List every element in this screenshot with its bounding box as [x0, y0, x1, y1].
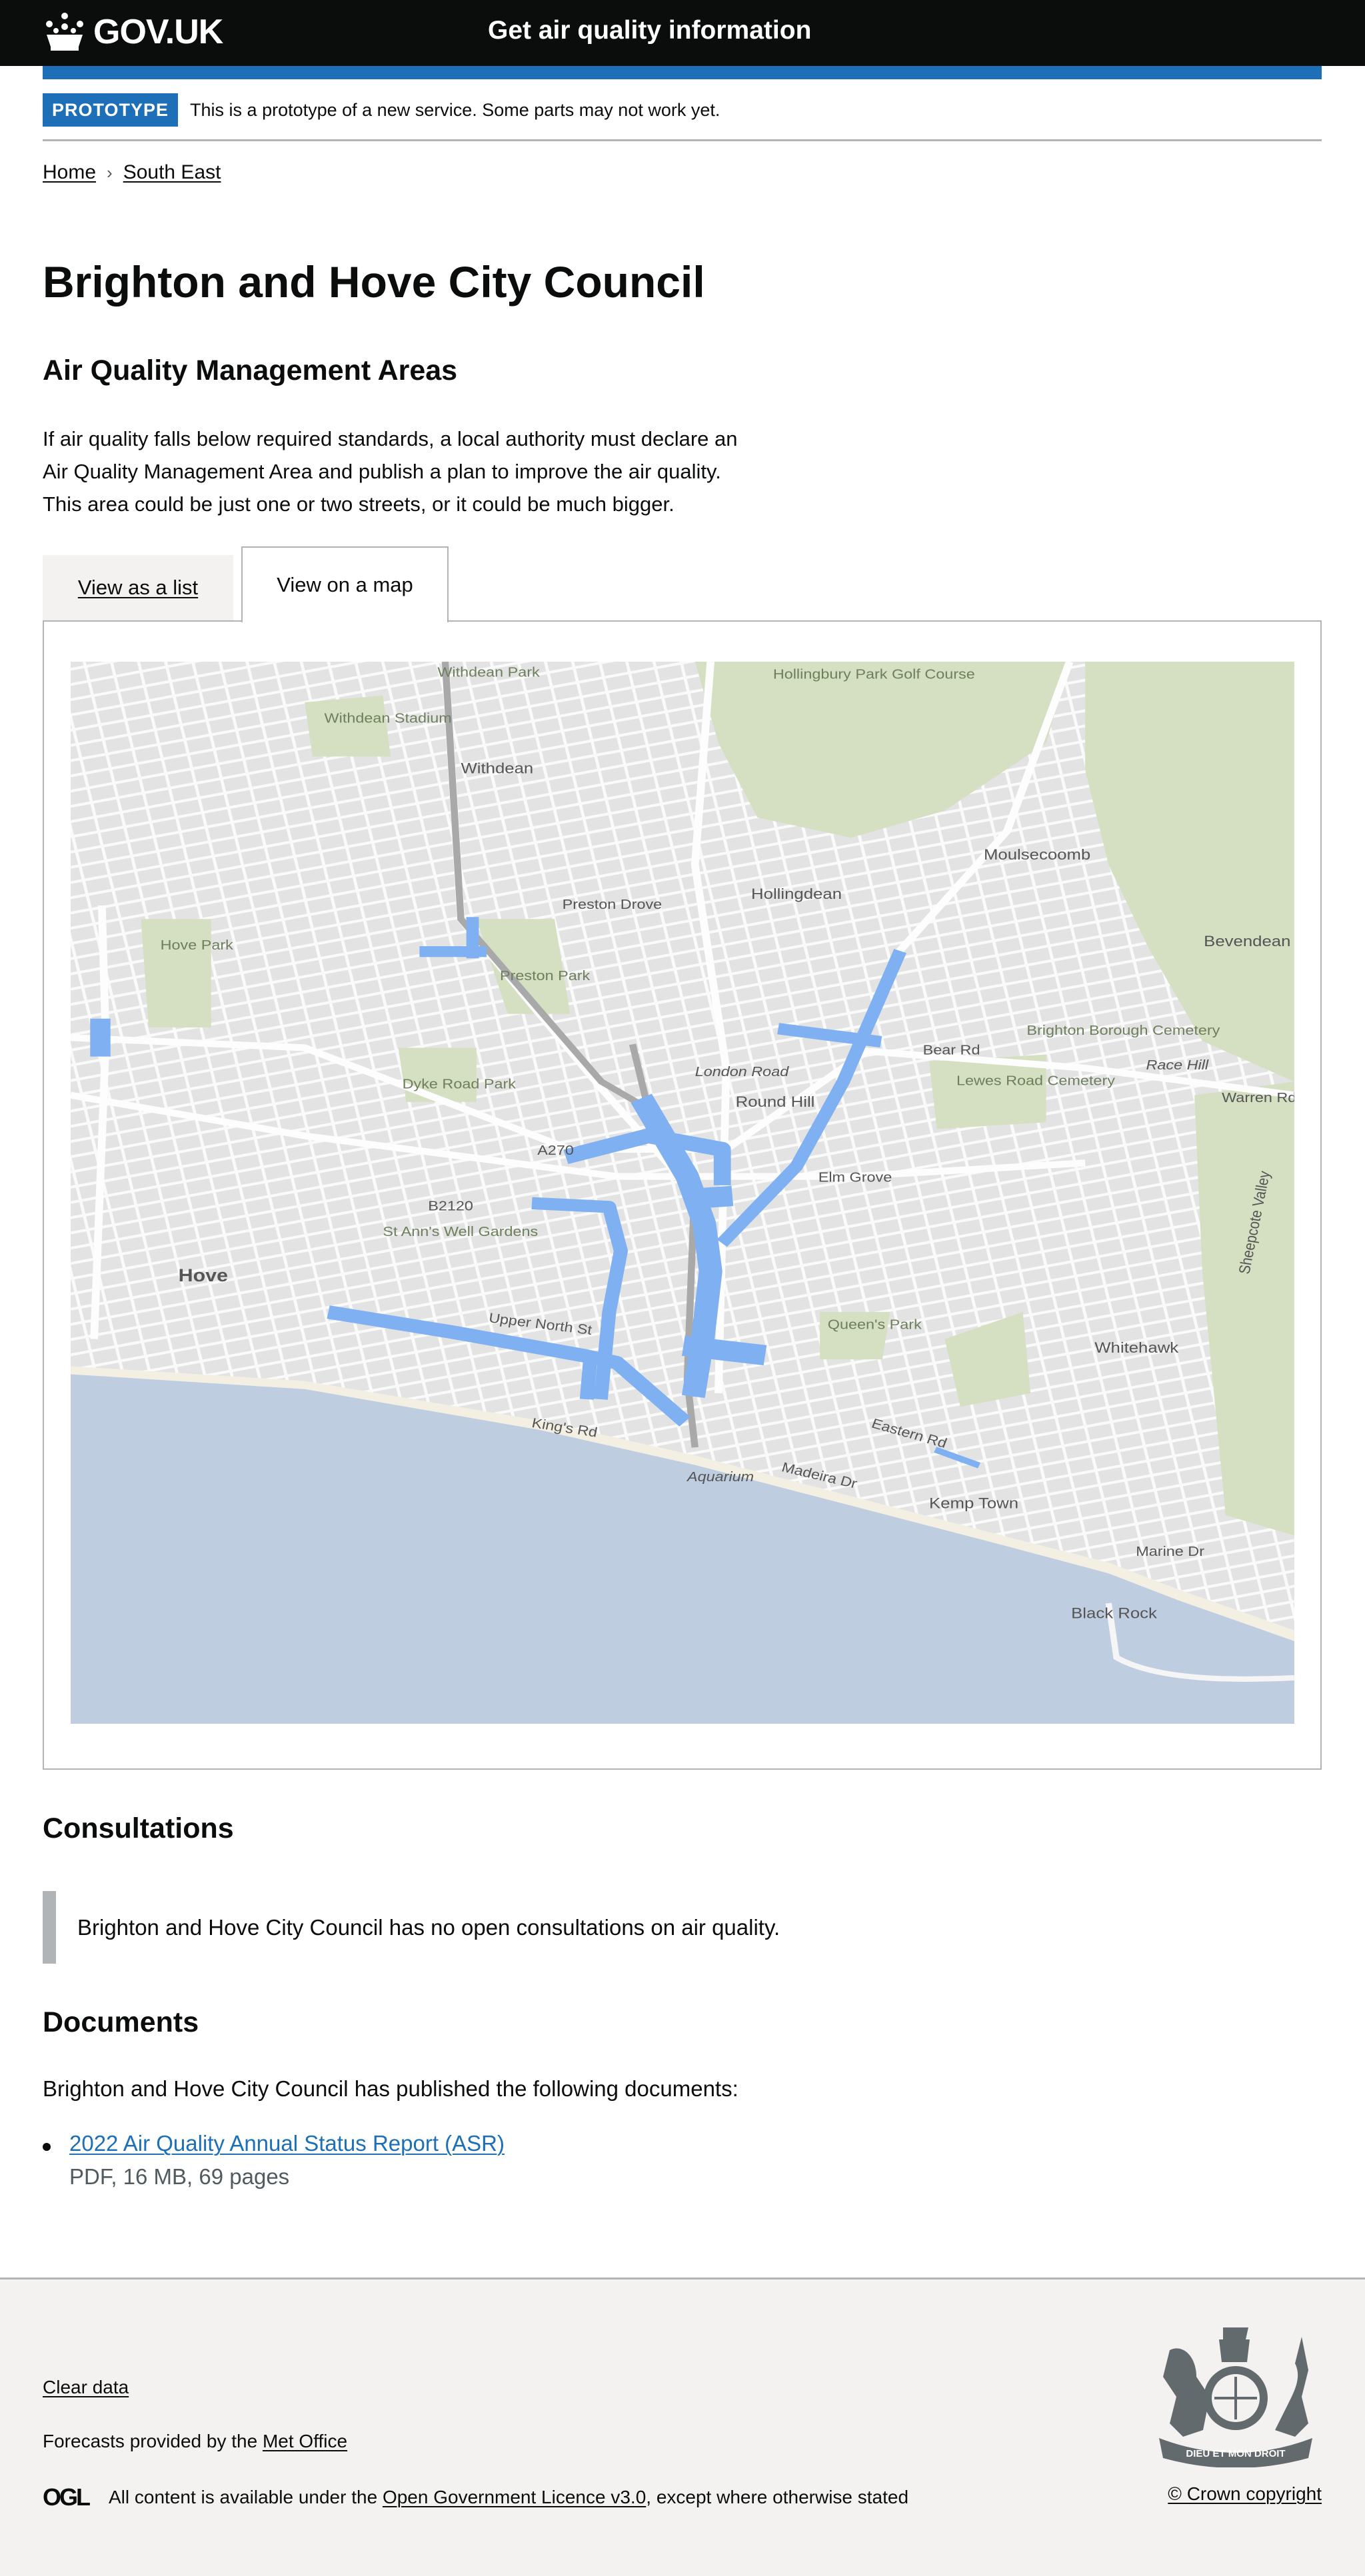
map-label: Whitehawk: [1094, 1339, 1179, 1356]
documents-heading: Documents: [43, 2006, 199, 2038]
phase-tag: PROTOTYPE: [43, 93, 179, 127]
map-label: Bear Rd: [923, 1042, 980, 1057]
crest-motto: DIEU ET MON DROIT: [1186, 2448, 1285, 2459]
service-name[interactable]: Get air quality information: [488, 16, 811, 45]
chevron-right-icon: ›: [107, 162, 113, 183]
aqma-line: Air Quality Management Area and publish …: [43, 460, 721, 483]
aqma-description: If air quality falls below required stan…: [43, 422, 737, 520]
map-label: Hollingdean: [751, 886, 842, 902]
licence-prefix: All content is available under the: [109, 2487, 378, 2507]
aqma-line: This area could be just one or two stree…: [43, 492, 675, 516]
map-label: Hollingbury Park Golf Course: [773, 666, 975, 682]
bullet: [43, 2143, 51, 2151]
map-label: Queen's Park: [828, 1317, 922, 1332]
map-label: Warren Rd: [1222, 1089, 1294, 1105]
map-label: Round Hill: [736, 1093, 815, 1110]
map-label: Lewes Road Cemetery: [956, 1073, 1115, 1088]
map-label: Marine Dr: [1136, 1543, 1204, 1559]
breadcrumb-south-east[interactable]: South East: [123, 161, 221, 184]
phase-banner-text: This is a prototype of a new service. So…: [190, 99, 720, 120]
divider: [43, 139, 1322, 141]
map-label: Bevendean: [1204, 933, 1290, 950]
breadcrumb: Home › South East: [43, 161, 221, 184]
aqma-map[interactable]: Withdean Park Withdean Stadium Hollingbu…: [71, 662, 1294, 1724]
licence-row: OGL All content is available under the O…: [43, 2483, 908, 2511]
met-office-link[interactable]: Met Office: [263, 2431, 347, 2451]
aqma-heading: Air Quality Management Areas: [43, 354, 458, 386]
map-label: Withdean: [461, 760, 533, 777]
consultations-heading: Consultations: [43, 1812, 234, 1844]
tab-view-on-map[interactable]: View on a map: [241, 546, 449, 622]
breadcrumb-home[interactable]: Home: [43, 161, 96, 184]
map-label: Black Rock: [1071, 1605, 1158, 1622]
map-label: Brighton Borough Cemetery: [1026, 1023, 1220, 1038]
royal-coat-of-arms-icon: DIEU ET MON DROIT: [1159, 2327, 1312, 2467]
map-label: Kemp Town: [929, 1495, 1018, 1512]
govuk-home-link[interactable]: GOV.UK: [43, 12, 223, 52]
header-accent-bar: [43, 66, 1322, 79]
document-link[interactable]: 2022 Air Quality Annual Status Report (A…: [69, 2131, 505, 2156]
map-label: St Ann's Well Gardens: [383, 1224, 538, 1239]
map-label: B2120: [428, 1198, 473, 1213]
govuk-logo-text: GOV.UK: [93, 13, 223, 51]
map-label: Dyke Road Park: [403, 1076, 516, 1091]
map-label: Hove Park: [161, 938, 233, 953]
ogl-logo: OGL: [43, 2483, 91, 2511]
site-header: GOV.UK Get air quality information: [0, 0, 1365, 66]
licence-suffix: , except where otherwise stated: [646, 2487, 909, 2507]
map-label: Withdean Park: [437, 664, 539, 680]
site-footer: Clear data Forecasts provided by the Met…: [0, 2277, 1365, 2576]
map-label: Aquarium: [686, 1469, 754, 1485]
map-label: Withdean Stadium: [325, 710, 452, 726]
ogl-licence-link[interactable]: Open Government Licence v3.0: [383, 2487, 646, 2508]
map-label: A270: [537, 1143, 574, 1158]
phase-banner: PROTOTYPE This is a prototype of a new s…: [43, 93, 720, 127]
clear-data-link[interactable]: Clear data: [43, 2377, 129, 2398]
aqma-line: If air quality falls below required stan…: [43, 427, 738, 450]
forecasts-credit: Forecasts provided by the Met Office: [43, 2431, 347, 2452]
documents-intro: Brighton and Hove City Council has publi…: [43, 2076, 738, 2101]
map-label: Preston Park: [500, 967, 590, 983]
crown-icon: [46, 13, 83, 51]
map-canvas[interactable]: Withdean Park Withdean Stadium Hollingbu…: [71, 662, 1294, 1724]
map-label: Moulsecoomb: [984, 846, 1090, 863]
map-label: London Road: [695, 1064, 789, 1079]
document-meta: PDF, 16 MB, 69 pages: [69, 2164, 290, 2189]
tab-view-as-list[interactable]: View as a list: [43, 555, 233, 620]
map-label: Hove: [179, 1266, 228, 1286]
map-label: Elm Grove: [818, 1169, 892, 1185]
consultations-inset: Brighton and Hove City Council has no op…: [43, 1891, 1322, 1964]
crown-copyright-link[interactable]: © Crown copyright: [1168, 2483, 1322, 2505]
page-title: Brighton and Hove City Council: [43, 257, 705, 307]
map-label: Preston Drove: [563, 897, 663, 912]
forecasts-text: Forecasts provided by the: [43, 2431, 258, 2451]
map-label: Race Hill: [1146, 1057, 1210, 1072]
